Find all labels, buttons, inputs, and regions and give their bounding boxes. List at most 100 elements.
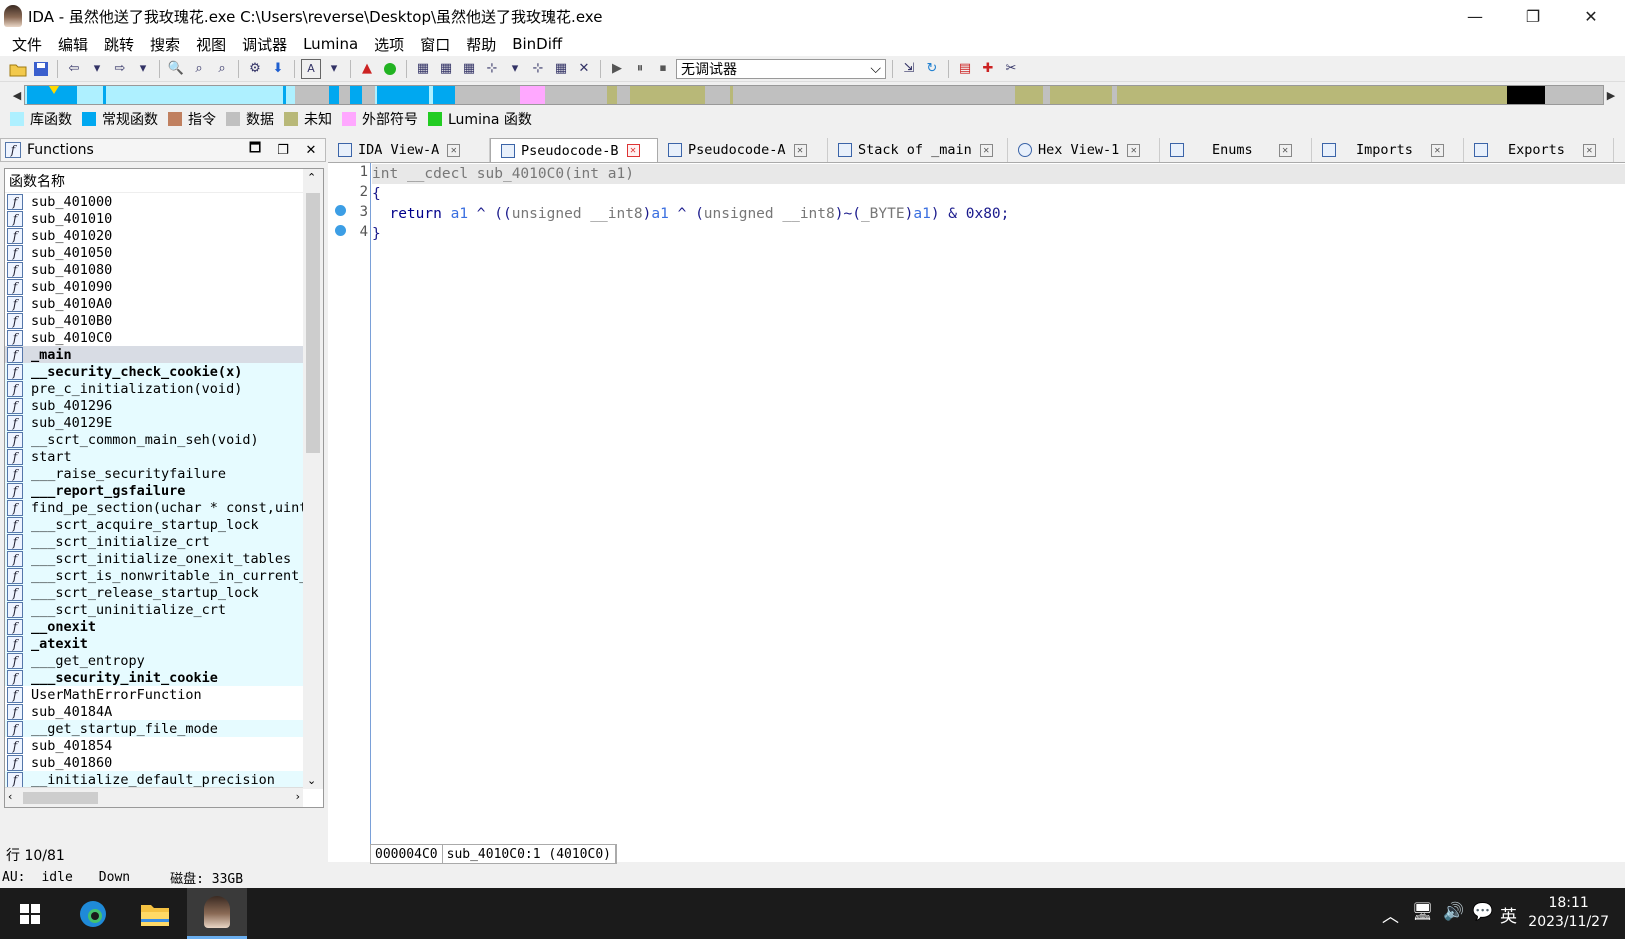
tab-close-icon[interactable]: ✕ [1278,143,1292,157]
function-list-item[interactable]: f sub_401020 [5,227,323,244]
lumina-icon[interactable] [380,59,400,79]
variable-a1[interactable]: a1 [651,206,668,222]
menu-view[interactable]: 视图 [188,34,234,55]
function-name[interactable]: sub_4010C0 [477,166,564,182]
search-binary-icon[interactable]: ⌕ [189,59,209,79]
format-dropdown-icon[interactable]: ▾ [324,59,344,79]
tab-close-icon[interactable]: ✕ [626,144,640,157]
make-string-icon[interactable]: ▦ [459,59,479,79]
minimize-button[interactable]: — [1446,0,1504,32]
tab-enums[interactable]: Enums ✕ [1160,138,1312,162]
make-struct-icon[interactable]: ⊹ [528,59,548,79]
tab-close-icon[interactable]: ✕ [793,143,807,157]
function-list-item[interactable]: f sub_401050 [5,244,323,261]
text-format-icon[interactable]: A [301,58,321,79]
tab-stack-of-main[interactable]: Stack of _main ✕ [828,138,1008,162]
pause-icon[interactable]: ⏸ [630,59,650,79]
menu-window[interactable]: 窗口 [412,34,458,55]
navigation-strip[interactable] [24,85,1604,105]
function-list-item[interactable]: f ___security_init_cookie [5,669,323,686]
menu-jump[interactable]: 跳转 [96,34,142,55]
forward-icon[interactable]: ⇨ [110,59,130,79]
nav-right-icon[interactable]: ▶ [1604,89,1618,102]
panel-maximize-icon[interactable]: 🗖 [244,140,266,160]
tab-pseudocode-b[interactable]: Pseudocode-B ✕ [490,138,658,162]
search-text-icon[interactable]: 🔍 [166,59,186,79]
add-breakpoint-icon[interactable]: ✚ [978,59,998,79]
step-over-icon[interactable]: ↻ [922,59,942,79]
forward-dropdown-icon[interactable]: ▾ [133,59,153,79]
function-list-item[interactable]: f sub_401854 [5,737,323,754]
function-name-column-header[interactable]: 函数名称 [5,169,323,193]
tab-ida-view-a[interactable]: IDA View-A ✕ [328,138,490,162]
tab-close-icon[interactable]: ✕ [1127,143,1141,157]
tab-close-icon[interactable]: ✕ [979,143,993,157]
function-list-item[interactable]: f __initialize_default_precision [5,771,323,788]
function-list-item[interactable]: f __get_startup_file_mode [5,720,323,737]
function-list-item[interactable]: f sub_401000 [5,193,323,210]
code-line-2[interactable]: { [372,184,381,204]
function-list-item[interactable]: f pre_c_initialization(void) [5,380,323,397]
assemble-icon[interactable]: ⚙ [245,59,265,79]
make-array-icon[interactable]: ⊹ [482,59,502,79]
function-list-item[interactable]: f _atexit [5,635,323,652]
run-icon[interactable]: ▶ [607,59,627,79]
windows-start-icon[interactable] [0,888,60,939]
function-list-item[interactable]: f sub_401080 [5,261,323,278]
function-list-item[interactable]: f find_pe_section(uchar * const,uint [5,499,323,516]
function-list-item[interactable]: f ___report_gsfailure [5,482,323,499]
menu-debugger[interactable]: 调试器 [234,34,295,55]
vertical-scrollbar[interactable]: ⌃ ⌄ [303,169,323,789]
volume-icon[interactable]: 🔊 [1443,902,1464,922]
scroll-right-icon[interactable]: › [296,790,300,803]
function-list-item[interactable]: f __onexit [5,618,323,635]
tab-close-icon[interactable]: ✕ [1430,143,1444,157]
function-list-item[interactable]: f ___scrt_initialize_onexit_tables [5,550,323,567]
tab-close-icon[interactable]: ✕ [447,143,461,157]
system-clock[interactable]: 18:11 2023/11/27 [1528,894,1609,932]
close-button[interactable]: ✕ [1562,0,1620,32]
panel-float-icon[interactable]: ❐ [272,140,294,160]
tray-chevron-up-icon[interactable]: ︿ [1382,902,1399,927]
panel-close-icon[interactable]: ✕ [300,140,322,160]
remove-breakpoint-icon[interactable]: ✂ [1001,59,1021,79]
tab-exports[interactable]: Exports ✕ [1464,138,1614,162]
open-icon[interactable] [8,59,28,79]
function-list-item[interactable]: f ___scrt_release_startup_lock [5,584,323,601]
function-list-item[interactable]: f sub_401010 [5,210,323,227]
menu-help[interactable]: 帮助 [458,34,504,55]
make-code-icon[interactable]: ▦ [413,59,433,79]
step-into-icon[interactable]: ⇲ [899,59,919,79]
scrollbar-thumb[interactable] [23,792,98,804]
function-list-item[interactable]: f sub_401090 [5,278,323,295]
code-line-4[interactable]: } [372,224,381,244]
function-list-item[interactable]: f ___scrt_initialize_crt [5,533,323,550]
menu-search[interactable]: 搜索 [142,34,188,55]
function-list-item[interactable]: f sub_4010B0 [5,312,323,329]
function-list-item[interactable]: f __scrt_common_main_seh(void) [5,431,323,448]
tab-close-icon[interactable]: ✕ [1582,143,1596,157]
function-list-item[interactable]: f sub_40129E [5,414,323,431]
make-data-icon[interactable]: ▦ [436,59,456,79]
function-list-item[interactable]: f ___scrt_acquire_startup_lock [5,516,323,533]
tab-imports[interactable]: Imports ✕ [1312,138,1464,162]
function-list-item[interactable]: f sub_40184A [5,703,323,720]
tab-pseudocode-a[interactable]: Pseudocode-A ✕ [658,138,828,162]
scroll-left-icon[interactable]: ‹ [8,790,12,803]
function-list-item[interactable]: f _main [5,346,323,363]
search-immediate-icon[interactable]: ⌕ [212,59,232,79]
menu-options[interactable]: 选项 [366,34,412,55]
numeric-constant[interactable]: 0x80 [966,206,1001,222]
function-list-item[interactable]: f ___scrt_uninitialize_crt [5,601,323,618]
graph-icon[interactable]: ▲ [357,59,377,79]
stop-icon[interactable]: ⏹ [653,59,673,79]
jump-down-icon[interactable]: ⬇ [268,59,288,79]
ime-indicator[interactable]: 英 [1500,902,1517,927]
function-list-item[interactable]: f __security_check_cookie(x) [5,363,323,380]
code-line-3[interactable]: return a1 ^ ((unsigned __int8) a1 ^ (unsi… [372,204,1009,224]
maximize-button[interactable]: ❐ [1504,0,1562,32]
ida-taskbar-icon[interactable] [187,888,247,939]
network-icon[interactable]: 🖥 [1412,902,1434,922]
back-dropdown-icon[interactable]: ▾ [87,59,107,79]
function-list-item[interactable]: f ___get_entropy [5,652,323,669]
